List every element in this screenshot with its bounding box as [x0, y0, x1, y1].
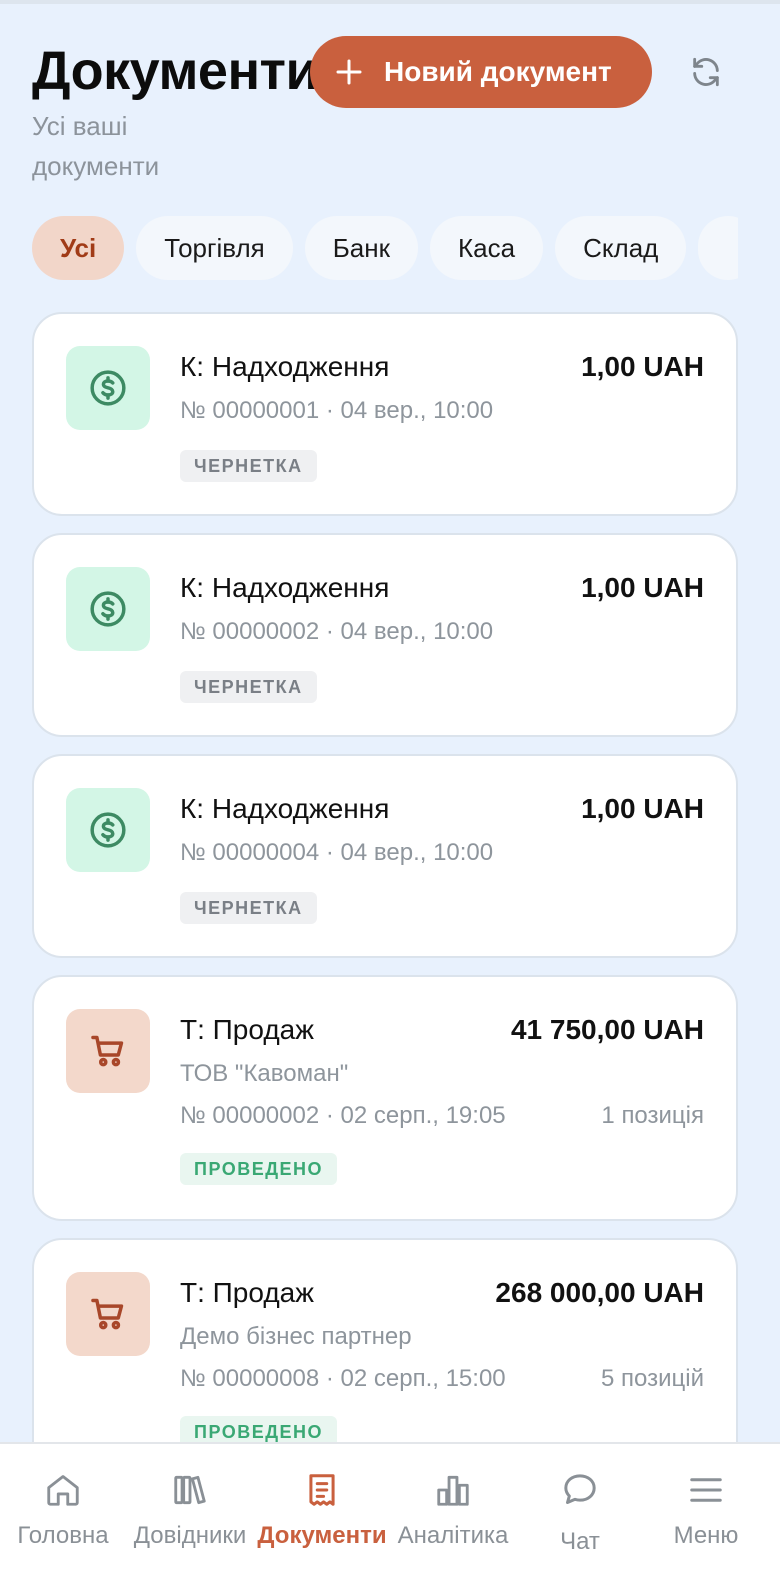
- document-number-date: № 00000001 · 04 вер., 10:00: [180, 397, 494, 424]
- icon-container: [66, 1272, 150, 1356]
- nav-references-label: Довідники: [133, 1522, 247, 1549]
- new-document-label: Новий документ: [384, 56, 612, 87]
- document-partner: ТОВ "Кавоман": [180, 1060, 349, 1087]
- document-amount: 268 000,00 UAH: [495, 1277, 704, 1308]
- document-number-date: № 00000004 · 04 вер., 10:00: [180, 839, 494, 866]
- document-number-date: № 00000008 · 02 серп., 15:00: [180, 1365, 506, 1392]
- document-card[interactable]: К: Надходження 1,00 UAH № 00000002 · 04 …: [32, 533, 738, 737]
- filter-chip-warehouse[interactable]: Склад: [555, 216, 687, 280]
- nav-home-label: Головна: [17, 1522, 109, 1549]
- document-title: Т: Продаж: [180, 1014, 314, 1045]
- document-number-date: № 00000002 · 02 серп., 19:05: [180, 1102, 506, 1129]
- document-title: К: Надходження: [180, 351, 390, 382]
- document-positions: 1 позиція: [601, 1102, 704, 1129]
- chat-icon: [560, 1470, 600, 1510]
- status-badge: ЧЕРНЕТКА: [180, 671, 317, 703]
- receipt-icon: [302, 1470, 342, 1510]
- status-badge: ЧЕРНЕТКА: [180, 450, 317, 482]
- filter-chip-trade[interactable]: Торгівля: [136, 216, 293, 280]
- nav-analytics-label: Аналітика: [397, 1522, 509, 1549]
- bottom-navigation: Головна Довідники Документи Аналітика Ча…: [0, 1442, 780, 1588]
- document-amount: 1,00 UAH: [581, 351, 704, 382]
- icon-container: [66, 346, 150, 430]
- dollar-icon: [90, 370, 126, 406]
- page-title: Документи: [32, 41, 319, 101]
- document-card[interactable]: К: Надходження 1,00 UAH № 00000004 · 04 …: [32, 754, 738, 958]
- refresh-icon: [693, 57, 719, 87]
- plus-icon: [336, 59, 362, 85]
- document-title: К: Надходження: [180, 793, 390, 824]
- nav-menu[interactable]: Меню: [666, 1444, 746, 1588]
- home-icon: [43, 1470, 83, 1510]
- filter-chips: Усі Торгівля Банк Каса Склад: [32, 216, 738, 282]
- document-amount: 1,00 UAH: [581, 793, 704, 824]
- document-partner: Демо бізнес партнер: [180, 1323, 412, 1350]
- document-card[interactable]: К: Надходження 1,00 UAH № 00000001 · 04 …: [32, 312, 738, 516]
- nav-documents-label: Документи: [257, 1522, 387, 1549]
- filter-chip-bank[interactable]: Банк: [304, 216, 418, 280]
- dollar-icon: [90, 812, 126, 848]
- nav-analytics[interactable]: Аналітика: [394, 1444, 512, 1588]
- filter-chip-more[interactable]: [698, 216, 738, 280]
- status-badge: ЧЕРНЕТКА: [180, 892, 317, 924]
- document-amount: 41 750,00 UAH: [510, 1014, 704, 1045]
- nav-references[interactable]: Довідники: [128, 1444, 252, 1588]
- page-subtitle: Усі ваші документи: [32, 111, 160, 181]
- cart-icon: [91, 1298, 124, 1330]
- document-title: К: Надходження: [180, 572, 390, 603]
- nav-menu-label: Меню: [673, 1522, 739, 1549]
- document-positions: 5 позицій: [601, 1365, 704, 1392]
- filter-chip-all[interactable]: Усі: [32, 216, 125, 280]
- icon-container: [66, 788, 150, 872]
- dollar-icon: [90, 591, 126, 627]
- icon-container: [66, 1009, 150, 1093]
- icon-container: [66, 567, 150, 651]
- cart-icon: [91, 1035, 124, 1067]
- nav-chat[interactable]: Чат: [540, 1444, 620, 1588]
- document-card[interactable]: Т: Продаж 41 750,00 UAH ТОВ "Кавоман" № …: [32, 975, 738, 1221]
- books-icon: [170, 1470, 210, 1510]
- bar-chart-icon: [433, 1470, 473, 1510]
- nav-chat-label: Чат: [560, 1528, 600, 1555]
- filter-chip-cash[interactable]: Каса: [430, 216, 544, 280]
- document-amount: 1,00 UAH: [581, 572, 704, 603]
- nav-documents[interactable]: Документи: [254, 1444, 390, 1588]
- new-document-button[interactable]: Новий документ: [310, 36, 652, 108]
- nav-home[interactable]: Головна: [12, 1444, 114, 1588]
- refresh-button[interactable]: [686, 52, 726, 92]
- top-divider: [0, 0, 780, 4]
- document-title: Т: Продаж: [180, 1277, 314, 1308]
- menu-icon: [686, 1470, 726, 1510]
- document-number-date: № 00000002 · 04 вер., 10:00: [180, 618, 494, 645]
- status-badge: ПРОВЕДЕНО: [180, 1153, 338, 1185]
